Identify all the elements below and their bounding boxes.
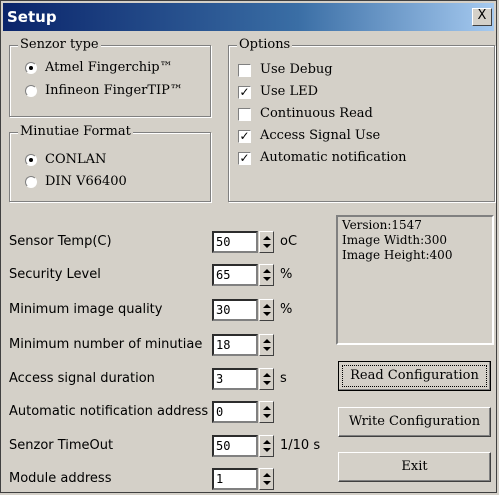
sensor-temp-spin-buttons[interactable] <box>259 231 274 253</box>
spin-down-icon[interactable] <box>263 312 271 316</box>
min-image-quality-spinner[interactable] <box>212 299 274 321</box>
access-signal-duration-input[interactable] <box>212 368 258 390</box>
access-signal-duration-spinner[interactable] <box>212 368 274 390</box>
read-configuration-button[interactable]: Read Configuration <box>338 361 491 391</box>
checkbox-use-debug-label[interactable]: Use Debug <box>260 62 333 77</box>
auto-notification-address-spin-buttons[interactable] <box>259 401 274 423</box>
spin-down-icon[interactable] <box>263 277 271 281</box>
spin-down-icon[interactable] <box>263 414 271 418</box>
spin-up-icon[interactable] <box>263 406 271 410</box>
radio-atmel-label[interactable]: Atmel Fingerchip™ <box>45 60 173 75</box>
setup-window: Setup X Senzor type Atmel Fingerchip™ In… <box>0 0 497 493</box>
auto-notification-address-label: Automatic notification address <box>9 404 209 419</box>
checkbox-use-led-label[interactable]: Use LED <box>260 84 318 99</box>
sensor-temp-spinner[interactable] <box>212 231 274 253</box>
min-minutiae-spinner[interactable] <box>212 334 274 356</box>
access-signal-duration-unit: s <box>280 371 287 386</box>
spin-down-icon[interactable] <box>263 381 271 385</box>
radio-infineon-label[interactable]: Infineon FingerTIP™ <box>45 83 183 98</box>
min-image-quality-input[interactable] <box>212 299 258 321</box>
spin-down-icon[interactable] <box>263 448 271 452</box>
sensor-temp-unit: oC <box>280 234 298 249</box>
checkbox-use-led[interactable]: ✓ <box>238 86 251 99</box>
checkbox-auto-notification-label[interactable]: Automatic notification <box>260 150 407 165</box>
spin-up-icon[interactable] <box>263 373 271 377</box>
min-image-quality-label: Minimum image quality <box>9 302 163 317</box>
radio-atmel[interactable] <box>25 62 37 74</box>
spin-down-icon[interactable] <box>263 481 271 485</box>
sensor-temp-label: Sensor Temp(C) <box>9 234 112 249</box>
spin-up-icon[interactable] <box>263 440 271 444</box>
spin-up-icon[interactable] <box>263 269 271 273</box>
checkbox-access-signal[interactable]: ✓ <box>238 130 251 143</box>
radio-din[interactable] <box>25 176 37 188</box>
spin-up-icon[interactable] <box>263 473 271 477</box>
security-level-spinner[interactable] <box>212 264 274 286</box>
checkbox-auto-notification[interactable]: ✓ <box>238 152 251 165</box>
sensor-timeout-spin-buttons[interactable] <box>259 435 274 457</box>
sensor-timeout-label: Senzor TimeOut <box>9 438 114 453</box>
spin-down-icon[interactable] <box>263 244 271 248</box>
spin-up-icon[interactable] <box>263 304 271 308</box>
checkbox-continuous-read-label[interactable]: Continuous Read <box>260 106 373 121</box>
radio-din-label[interactable]: DIN V66400 <box>45 174 127 189</box>
close-button[interactable]: X <box>472 8 492 26</box>
radio-infineon[interactable] <box>25 85 37 97</box>
module-address-spin-buttons[interactable] <box>259 468 274 490</box>
min-minutiae-spin-buttons[interactable] <box>259 334 274 356</box>
exit-button[interactable]: Exit <box>338 452 491 482</box>
title-bar[interactable]: Setup X <box>3 3 494 31</box>
spin-up-icon[interactable] <box>263 236 271 240</box>
image-width-text: Image Width:300 <box>342 233 448 247</box>
options-group: Options Use Debug ✓ Use LED Continuous R… <box>228 37 495 202</box>
options-label: Options <box>237 37 293 52</box>
radio-conlan-label[interactable]: CONLAN <box>45 152 106 167</box>
module-address-label: Module address <box>9 471 112 486</box>
checkbox-access-signal-label[interactable]: Access Signal Use <box>260 128 380 143</box>
sensor-timeout-spinner[interactable] <box>212 435 274 457</box>
sensor-type-label: Senzor type <box>18 37 101 52</box>
write-configuration-button[interactable]: Write Configuration <box>338 407 491 437</box>
auto-notification-address-input[interactable] <box>212 401 258 423</box>
sensor-timeout-input[interactable] <box>212 435 258 457</box>
checkbox-use-debug[interactable] <box>238 64 251 77</box>
sensor-timeout-unit: 1/10 s <box>280 438 321 453</box>
device-info-panel: Version:1547 Image Width:300 Image Heigh… <box>336 215 494 345</box>
security-level-unit: % <box>280 267 293 282</box>
security-level-label: Security Level <box>9 267 101 282</box>
min-minutiae-label: Minimum number of minutiae <box>9 337 203 352</box>
security-level-spin-buttons[interactable] <box>259 264 274 286</box>
min-image-quality-spin-buttons[interactable] <box>259 299 274 321</box>
min-minutiae-input[interactable] <box>212 334 258 356</box>
minutiae-format-group: Minutiae Format CONLAN DIN V66400 <box>9 124 211 202</box>
access-signal-duration-spin-buttons[interactable] <box>259 368 274 390</box>
version-text: Version:1547 <box>342 218 422 232</box>
module-address-input[interactable] <box>212 468 258 490</box>
image-height-text: Image Height:400 <box>342 248 453 262</box>
module-address-spinner[interactable] <box>212 468 274 490</box>
spin-up-icon[interactable] <box>263 339 271 343</box>
window-title: Setup <box>7 8 57 26</box>
sensor-type-group: Senzor type Atmel Fingerchip™ Infineon F… <box>9 37 211 117</box>
sensor-temp-input[interactable] <box>212 231 258 253</box>
minutiae-format-label: Minutiae Format <box>18 124 133 139</box>
auto-notification-address-spinner[interactable] <box>212 401 274 423</box>
radio-conlan[interactable] <box>25 154 37 166</box>
access-signal-duration-label: Access signal duration <box>9 371 155 386</box>
security-level-input[interactable] <box>212 264 258 286</box>
checkbox-continuous-read[interactable] <box>238 108 251 121</box>
min-image-quality-unit: % <box>280 302 293 317</box>
spin-down-icon[interactable] <box>263 347 271 351</box>
